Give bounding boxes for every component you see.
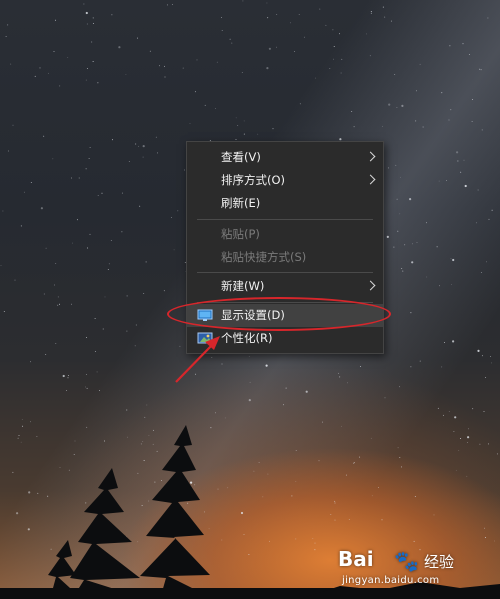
menu-item-refresh[interactable]: 刷新(E): [187, 192, 383, 215]
menu-item-paste-shortcut: 粘贴快捷方式(S): [187, 246, 383, 269]
red-highlight-ellipse: [167, 297, 391, 331]
menu-item-label: 新建(W): [221, 279, 265, 293]
chevron-right-icon: [365, 280, 376, 291]
menu-item-label: 刷新(E): [221, 196, 261, 210]
menu-item-label: 粘贴快捷方式(S): [221, 250, 307, 264]
chevron-right-icon: [365, 174, 376, 185]
paw-logo-icon: 🐾: [394, 549, 419, 573]
watermark-url: jingyan.baidu.com: [342, 575, 440, 586]
watermark-brand: Bai: [338, 547, 374, 571]
menu-item-label: 粘贴(P): [221, 227, 260, 241]
menu-separator: [197, 219, 373, 220]
menu-item-paste: 粘贴(P): [187, 223, 383, 246]
personalize-icon: [197, 331, 213, 346]
menu-item-label: 查看(V): [221, 150, 261, 164]
menu-item-view[interactable]: 查看(V): [187, 146, 383, 169]
watermark-brand-suffix: 经验: [424, 553, 455, 571]
chevron-right-icon: [365, 151, 376, 162]
baidu-jingyan-watermark: Bai 🐾 经验 jingyan.baidu.com: [338, 547, 478, 593]
menu-separator: [197, 272, 373, 273]
menu-item-sort-by[interactable]: 排序方式(O): [187, 169, 383, 192]
menu-item-new[interactable]: 新建(W): [187, 275, 383, 298]
menu-item-label: 排序方式(O): [221, 173, 286, 187]
